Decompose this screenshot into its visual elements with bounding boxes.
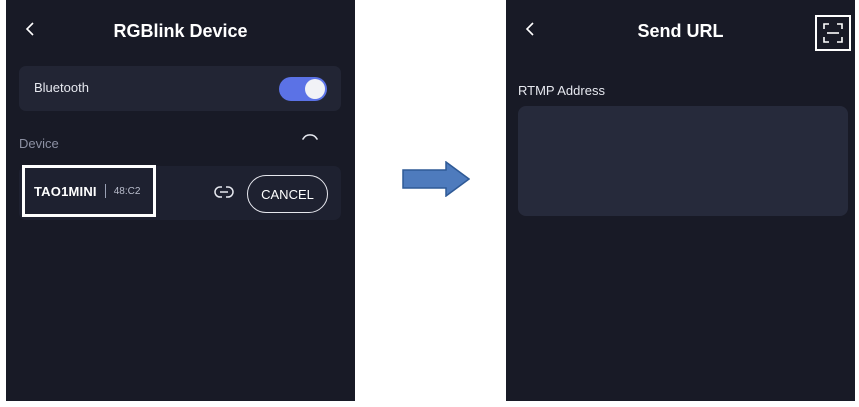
cancel-button[interactable]: CANCEL (247, 175, 328, 213)
scan-button[interactable] (815, 15, 851, 51)
bluetooth-card: Bluetooth (19, 66, 341, 111)
rtmp-address-input[interactable] (518, 106, 848, 216)
device-separator (104, 184, 106, 198)
device-name: TAO1MINI (34, 183, 97, 199)
link-icon[interactable] (213, 183, 235, 201)
rgblink-device-screen: RGBlink Device Bluetooth Device TAO1MINI… (6, 0, 355, 401)
scan-qr-icon (823, 23, 843, 43)
spinner-icon (302, 134, 318, 140)
bluetooth-toggle[interactable] (279, 77, 327, 101)
right-arrow-icon (402, 161, 470, 197)
rtmp-address-label: RTMP Address (518, 83, 605, 98)
device-item[interactable]: TAO1MINI 48:C2 (22, 165, 156, 217)
page-title: Send URL (637, 21, 724, 41)
send-url-screen: Send URL RTMP Address (506, 0, 855, 401)
page-title: RGBlink Device (113, 21, 248, 41)
device-section-label: Device (19, 136, 59, 151)
toggle-knob (305, 79, 325, 99)
device-mac: 48:C2 (113, 185, 141, 197)
bluetooth-label: Bluetooth (34, 80, 89, 95)
